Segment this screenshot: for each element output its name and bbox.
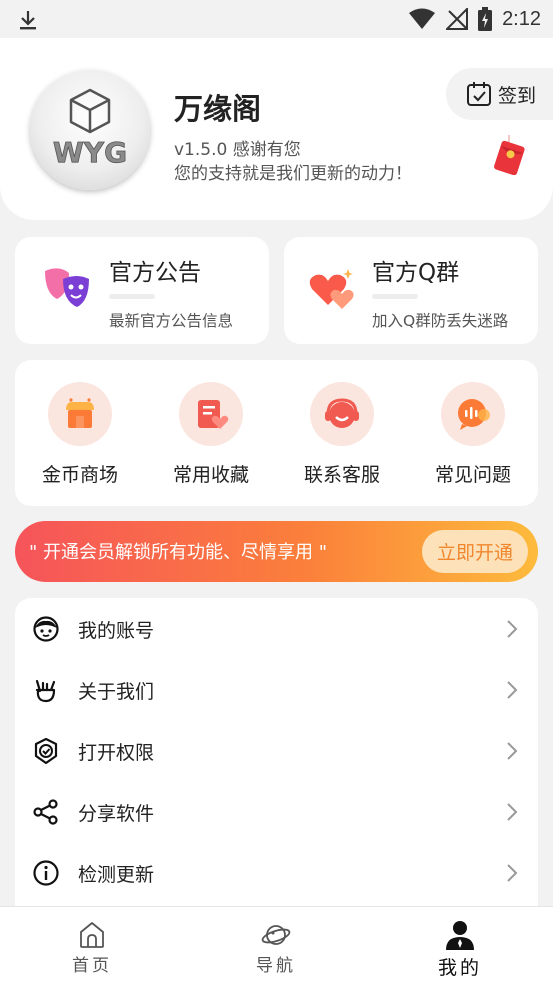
store-icon — [66, 398, 94, 428]
chevron-right-icon — [507, 681, 518, 699]
home-icon — [80, 922, 104, 948]
chat-bubble-icon — [458, 399, 490, 430]
announcement-title: 官方公告 — [109, 260, 201, 286]
qq-group-subtitle: 加入Q群防丢失迷路 — [372, 312, 509, 330]
planet-icon — [261, 925, 291, 945]
tab-label: 我的 — [437, 957, 482, 979]
tab-home[interactable]: 首页 — [0, 907, 184, 983]
profile-header: WYG 万缘阁 v1.5.0 感谢有您 您的支持就是我们更新的动力！ 签到 — [0, 38, 553, 220]
list-item-open-permissions[interactable]: 打开权限 — [15, 720, 538, 781]
hand-icon — [35, 679, 56, 703]
tab-navigation[interactable]: 导航 — [184, 907, 368, 983]
settings-list: 我的账号 关于我们 打开权限 分享软件 检测更新 — [15, 598, 538, 908]
share-icon — [33, 799, 58, 825]
announcement-subtitle: 最新官方公告信息 — [109, 312, 234, 330]
list-item-label: 关于我们 — [78, 681, 155, 703]
calendar-check-icon — [467, 82, 491, 106]
tab-mine[interactable]: 我的 — [368, 907, 552, 983]
wifi-icon — [409, 8, 436, 29]
battery-charging-icon — [478, 7, 493, 31]
status-bar: 2:12 — [0, 0, 553, 38]
hearts-icon — [309, 269, 354, 309]
tab-label: 导航 — [256, 956, 296, 976]
chevron-right-icon — [507, 803, 518, 821]
masks-icon — [45, 268, 89, 307]
list-item-share-app[interactable]: 分享软件 — [15, 781, 538, 842]
qq-group-title: 官方Q群 — [372, 260, 460, 286]
app-logo-avatar: WYG — [30, 70, 150, 190]
list-item-label: 检测更新 — [78, 864, 155, 886]
quick-menu-label: 金币商场 — [41, 464, 118, 486]
version-text: v1.5.0 感谢有您 — [174, 140, 301, 160]
info-icon — [33, 860, 59, 886]
chevron-right-icon — [507, 742, 518, 760]
signin-label: 签到 — [498, 84, 537, 107]
announcement-divider — [109, 294, 155, 299]
download-icon — [20, 11, 36, 30]
favorite-note-icon — [198, 400, 229, 429]
no-signal-icon — [446, 8, 469, 30]
quick-menu-customer-service[interactable]: 联系客服 — [287, 382, 397, 487]
status-icons: 2:12 — [408, 6, 541, 32]
qq-group-divider — [372, 294, 418, 299]
list-item-about-us[interactable]: 关于我们 — [15, 659, 538, 720]
bottom-nav: 首页 导航 我的 — [0, 906, 553, 983]
list-item-my-account[interactable]: 我的账号 — [15, 598, 538, 659]
vip-open-button[interactable]: 立即开通 — [422, 530, 528, 573]
cube-logo-icon: WYG — [53, 88, 127, 169]
quick-menu-coin-store[interactable]: 金币商场 — [25, 382, 135, 487]
logo-text: WYG — [53, 136, 127, 169]
tab-label: 首页 — [72, 956, 112, 976]
signin-button[interactable]: 签到 — [446, 68, 553, 120]
slogan-text: 您的支持就是我们更新的动力！ — [174, 164, 412, 184]
qq-group-card[interactable]: 官方Q群 加入Q群防丢失迷路 — [284, 237, 538, 344]
quick-menu-label: 常见问题 — [434, 464, 511, 486]
list-item-label: 我的账号 — [78, 620, 155, 642]
clock: 2:12 — [502, 7, 541, 30]
quick-menu-faq[interactable]: 常见问题 — [418, 382, 528, 487]
list-item-label: 分享软件 — [78, 803, 155, 825]
red-packet-icon[interactable] — [491, 135, 527, 175]
person-icon — [446, 921, 474, 950]
app-name: 万缘阁 — [174, 92, 262, 126]
list-item-label: 打开权限 — [78, 742, 155, 764]
chevron-right-icon — [507, 620, 518, 638]
quick-menu: 金币商场 常用收藏 联系客服 常见问题 — [15, 360, 538, 506]
vip-banner[interactable]: " 开通会员解锁所有功能、尽情享用 " 立即开通 — [15, 521, 538, 582]
shield-check-icon — [34, 738, 58, 764]
list-item-check-update[interactable]: 检测更新 — [15, 842, 538, 903]
announcement-card[interactable]: 官方公告 最新官方公告信息 — [15, 237, 269, 344]
quick-menu-favorites[interactable]: 常用收藏 — [156, 382, 266, 487]
quick-menu-label: 联系客服 — [303, 464, 380, 486]
quick-menu-label: 常用收藏 — [172, 464, 249, 486]
face-icon — [33, 616, 59, 642]
headset-icon — [325, 398, 359, 428]
chevron-right-icon — [507, 864, 518, 882]
vip-banner-text: " 开通会员解锁所有功能、尽情享用 " — [29, 542, 328, 563]
